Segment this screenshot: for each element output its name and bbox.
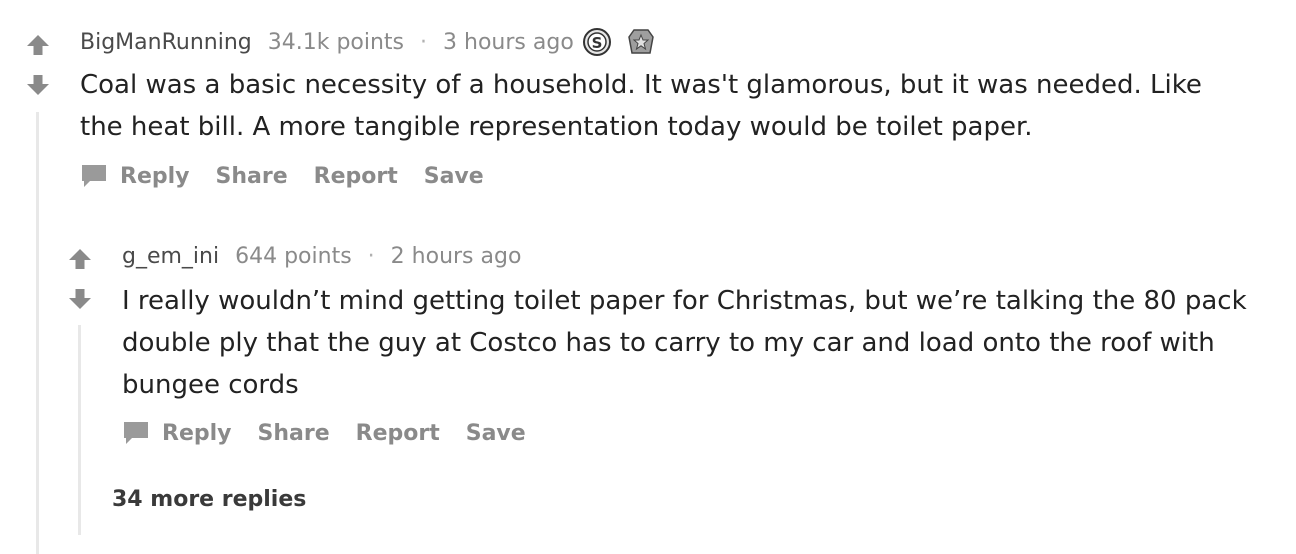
thread-line[interactable]	[36, 112, 39, 554]
reply-meta: g_em_ini 644 points · 2 hours ago	[122, 240, 521, 272]
comment-author[interactable]: BigManRunning	[80, 30, 252, 55]
reply-body-line: I really wouldn’t mind getting toilet pa…	[122, 286, 1247, 316]
comment-body-line: Coal was a basic necessity of a househol…	[80, 70, 1202, 100]
comment-meta: BigManRunning 34.1k points · 3 hours ago…	[80, 26, 656, 58]
reply-author[interactable]: g_em_ini	[122, 244, 219, 269]
downvote-arrow-icon[interactable]	[26, 73, 50, 97]
comment-actions: Reply Share Report Save	[80, 161, 510, 191]
svg-text:S: S	[591, 34, 602, 52]
upvote-arrow-icon[interactable]	[26, 33, 50, 57]
report-button[interactable]: Report	[314, 164, 398, 189]
meta-separator: ·	[367, 243, 375, 269]
upvote-arrow-icon[interactable]	[68, 247, 92, 271]
comment-bubble-icon	[124, 422, 148, 444]
report-button[interactable]: Report	[356, 421, 440, 446]
share-button[interactable]: Share	[216, 164, 288, 189]
save-button[interactable]: Save	[466, 421, 526, 446]
reply-body: I really wouldn’t mind getting toilet pa…	[122, 280, 1247, 406]
reply-button[interactable]: Reply	[122, 420, 232, 446]
reply-actions: Reply Share Report Save	[122, 418, 552, 448]
reply-points: 644 points	[235, 243, 352, 269]
share-button[interactable]: Share	[258, 421, 330, 446]
comment-timestamp[interactable]: 3 hours ago	[443, 30, 574, 55]
star-award-icon[interactable]	[626, 27, 656, 57]
downvote-arrow-icon[interactable]	[68, 287, 92, 311]
silver-coin-award-icon[interactable]: S	[582, 27, 612, 57]
comment-bubble-icon	[82, 165, 106, 187]
reply-label: Reply	[120, 163, 190, 189]
meta-separator: ·	[420, 29, 428, 55]
more-replies-link[interactable]: 34 more replies	[112, 487, 306, 512]
reply-label: Reply	[162, 420, 232, 446]
reply-body-line: double ply that the guy at Costco has to…	[122, 328, 1215, 358]
reply-body-line: bungee cords	[122, 370, 299, 400]
reply-button[interactable]: Reply	[80, 163, 190, 189]
thread-line[interactable]	[78, 325, 81, 535]
comment-body: Coal was a basic necessity of a househol…	[80, 64, 1202, 148]
save-button[interactable]: Save	[424, 164, 484, 189]
reply-timestamp[interactable]: 2 hours ago	[391, 244, 522, 269]
comment-points: 34.1k points	[267, 29, 405, 55]
comment-body-line: the heat bill. A more tangible represent…	[80, 112, 1033, 142]
